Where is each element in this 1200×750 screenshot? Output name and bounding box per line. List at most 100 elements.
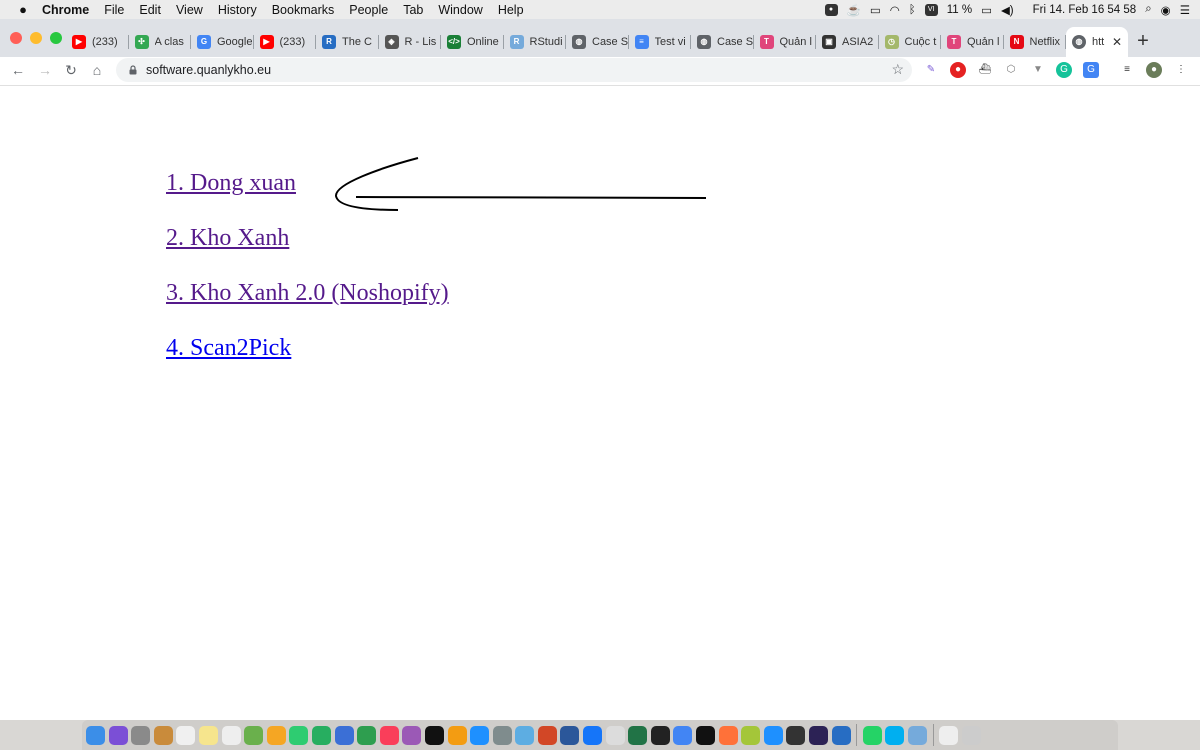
dock-books-icon[interactable] <box>447 725 467 745</box>
dock-safari-icon[interactable] <box>763 725 783 745</box>
dock-photos-icon[interactable] <box>266 725 286 745</box>
dock-trash-icon[interactable] <box>961 725 981 745</box>
browser-tab[interactable]: ▣ ASIA2 <box>816 27 879 57</box>
minimize-window-icon[interactable] <box>30 32 42 44</box>
dock-box-icon[interactable] <box>605 725 625 745</box>
dock-preview-icon[interactable] <box>153 725 173 745</box>
dock-powerpoint-icon[interactable] <box>537 725 557 745</box>
dock-numbers-icon[interactable] <box>357 725 377 745</box>
cube-extension-icon[interactable]: ⬡ <box>1003 62 1019 78</box>
grammarly-extension-icon[interactable]: G <box>1056 62 1072 78</box>
dock-phpstorm-icon[interactable] <box>696 725 716 745</box>
battery-icon[interactable]: ▭ <box>981 3 992 17</box>
spotlight-icon[interactable]: ⌕ <box>1145 3 1151 16</box>
dock-r-icon[interactable] <box>831 725 851 745</box>
translate-extension-icon[interactable]: G <box>1083 62 1099 78</box>
close-tab-icon[interactable]: ✕ <box>1112 35 1122 49</box>
dock-podcasts-icon[interactable] <box>402 725 422 745</box>
dock-app-store-icon[interactable] <box>470 725 490 745</box>
dock-terminal-icon[interactable] <box>650 725 670 745</box>
browser-tab[interactable]: T Quản l <box>941 27 1004 57</box>
battery-percent[interactable]: 11 % <box>947 4 972 16</box>
dock-calendar-icon[interactable] <box>176 725 196 745</box>
browser-tab[interactable]: ✣ A clas <box>129 27 192 57</box>
clock[interactable]: Fri 14. Feb 16 54 58 <box>1033 4 1137 16</box>
coffee-icon[interactable]: ☕ <box>847 3 861 17</box>
browser-tab[interactable]: R The C <box>316 27 379 57</box>
lock-icon[interactable] <box>128 65 138 75</box>
browser-tab[interactable]: T Quản l <box>754 27 817 57</box>
dock-chrome-icon[interactable] <box>673 725 693 745</box>
browser-tab[interactable]: R RStudi <box>504 27 567 57</box>
airplay-icon[interactable]: ▭ <box>870 3 881 17</box>
dock-launchpad-icon[interactable] <box>131 725 151 745</box>
menu-window[interactable]: Window <box>438 3 482 17</box>
browser-tab[interactable]: ≡ Test vi <box>629 27 692 57</box>
menu-chrome[interactable]: Chrome <box>42 3 89 17</box>
dock-messages-icon[interactable] <box>289 725 309 745</box>
dock-maps-icon[interactable] <box>244 725 264 745</box>
dock-keynote-icon[interactable] <box>334 725 354 745</box>
back-arrow-icon[interactable]: ← <box>8 60 28 80</box>
dock-finder-icon[interactable] <box>86 725 105 745</box>
ship-extension-icon[interactable]: ⛴ <box>977 62 993 78</box>
menu-file[interactable]: File <box>104 3 124 17</box>
browser-tab-active[interactable]: ◍ htt ✕ <box>1066 27 1128 57</box>
apple-menu-icon[interactable]: ● <box>16 2 30 17</box>
dock-android-icon[interactable] <box>741 725 761 745</box>
dock-eclipse-icon[interactable] <box>809 725 828 745</box>
dock-excel-icon[interactable] <box>628 725 648 745</box>
adblock-extension-icon[interactable]: ● <box>950 62 966 78</box>
dock-notes-icon[interactable] <box>198 725 218 745</box>
forward-arrow-icon[interactable]: → <box>35 60 55 80</box>
media-control-icon[interactable]: ≡ <box>1119 62 1135 78</box>
more-menu-icon[interactable]: ⋮ <box>1173 62 1189 78</box>
menu-tab[interactable]: Tab <box>403 3 423 17</box>
vue-extension-icon[interactable]: ▼ <box>1030 62 1046 78</box>
volume-icon[interactable]: ◀) <box>1001 3 1014 17</box>
dock-rstudio-icon[interactable] <box>907 725 927 745</box>
browser-tab[interactable]: ▶ (233) <box>254 27 317 57</box>
browser-tab[interactable]: ◈ R - Lis <box>379 27 442 57</box>
dock-whatsapp-icon[interactable] <box>862 725 882 745</box>
dock-documents-icon[interactable] <box>939 725 959 745</box>
menu-people[interactable]: People <box>349 3 388 17</box>
menu-help[interactable]: Help <box>498 3 524 17</box>
dock-tv-icon[interactable] <box>424 725 444 745</box>
browser-tab[interactable]: ◍ Case S <box>566 27 629 57</box>
dock-github-icon[interactable] <box>786 725 806 745</box>
dock-skype-icon[interactable] <box>885 725 905 745</box>
browser-tab[interactable]: G Google <box>191 27 254 57</box>
home-icon[interactable]: ⌂ <box>87 60 107 80</box>
dock-reminders-icon[interactable] <box>221 725 241 745</box>
pen-extension-icon[interactable]: ✎ <box>923 62 939 78</box>
siri-menu-icon[interactable]: ◉ <box>1161 3 1171 17</box>
dock-xcode-icon[interactable] <box>583 725 603 745</box>
notification-center-icon[interactable]: ☰ <box>1180 3 1190 17</box>
menu-bookmarks[interactable]: Bookmarks <box>272 3 335 17</box>
browser-tab[interactable]: ▶ (233) <box>66 27 129 57</box>
dock-siri-icon[interactable] <box>108 725 128 745</box>
address-bar[interactable]: software.quanlykho.eu ☆ <box>116 58 912 82</box>
keyboard-input-icon[interactable]: VI <box>924 3 938 16</box>
menu-view[interactable]: View <box>176 3 203 17</box>
profile-avatar[interactable]: ● <box>1146 62 1162 78</box>
menu-edit[interactable]: Edit <box>139 3 161 17</box>
menu-history[interactable]: History <box>218 3 257 17</box>
browser-tab[interactable]: </> Online <box>441 27 504 57</box>
dock-word-icon[interactable] <box>560 725 580 745</box>
reload-icon[interactable]: ↻ <box>61 60 81 80</box>
new-tab-button[interactable]: + <box>1128 27 1158 57</box>
dock-system-preferences-icon[interactable] <box>492 725 512 745</box>
dock-finder-window-icon[interactable] <box>515 725 535 745</box>
dock-firefox-icon[interactable] <box>718 725 738 745</box>
wifi-icon[interactable]: ◠ <box>890 3 900 17</box>
bluetooth-icon[interactable]: ᛒ <box>909 4 916 16</box>
browser-tab[interactable]: ◷ Cuộc t <box>879 27 942 57</box>
close-window-icon[interactable] <box>10 32 22 44</box>
dock-music-icon[interactable] <box>379 725 399 745</box>
browser-tab[interactable]: ◍ Case S <box>691 27 754 57</box>
app-status-icon[interactable]: ● <box>824 3 838 16</box>
browser-tab[interactable]: N Netflix <box>1004 27 1067 57</box>
zoom-window-icon[interactable] <box>50 32 62 44</box>
